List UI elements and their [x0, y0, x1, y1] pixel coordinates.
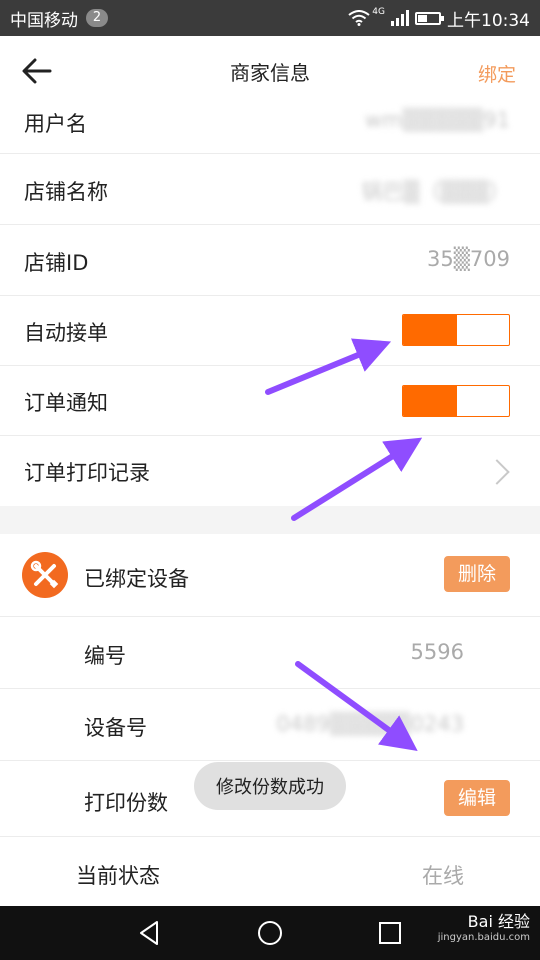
print-records-row[interactable]: 订单打印记录 — [0, 436, 540, 506]
username-row: 用户名 wm▒▒▒▒▒91 — [0, 106, 540, 154]
username-value: wm▒▒▒▒▒91 — [364, 108, 510, 132]
toast-message: 修改份数成功 — [194, 762, 346, 810]
chevron-right-icon — [484, 459, 510, 485]
signal-icon — [391, 10, 409, 26]
navigation-bar: Bai 经验 jingyan.baidu.com — [0, 906, 540, 960]
carrier-name: 中国移动 — [10, 10, 78, 31]
back-arrow-icon[interactable] — [22, 58, 52, 84]
title-bar: 商家信息 绑定 — [0, 36, 540, 106]
page-title: 商家信息 — [230, 60, 310, 85]
shop-name-row: 店铺名称 锅巴▒（▒▒▒） — [0, 154, 540, 225]
delete-device-button[interactable]: 删除 — [443, 556, 510, 592]
device-status-row: 当前状态 在线 — [0, 837, 540, 906]
device-header-row: 已绑定设备 删除 — [0, 534, 540, 617]
status-icons: 4G 上午10:34 — [348, 6, 530, 31]
toggle-on-segment — [403, 315, 457, 345]
battery-icon — [415, 11, 444, 25]
device-number-label: 编号 — [84, 644, 126, 668]
recent-apps-square-icon[interactable] — [375, 918, 405, 948]
bound-device-title: 已绑定设备 — [84, 567, 189, 591]
device-number-value: 5596 — [410, 640, 464, 664]
home-circle-icon[interactable] — [255, 918, 285, 948]
print-copies-label: 打印份数 — [84, 791, 168, 815]
watermark-brand: Bai 经验 — [467, 912, 530, 931]
shop-name-label: 店铺名称 — [24, 180, 108, 204]
shop-id-value: 35▒709 — [427, 247, 510, 271]
device-id-value: 0489▒▒▒▒▒0243 — [276, 712, 464, 736]
auto-accept-label: 自动接单 — [24, 321, 108, 345]
watermark: Bai 经验 jingyan.baidu.com — [438, 914, 530, 946]
print-records-label: 订单打印记录 — [24, 461, 150, 485]
network-type-label: 4G — [372, 7, 385, 17]
shop-id-label: 店铺ID — [24, 251, 89, 275]
battery-level — [418, 14, 427, 22]
device-id-label: 设备号 — [84, 716, 147, 740]
order-notice-row: 订单通知 — [0, 366, 540, 436]
device-status-value: 在线 — [422, 864, 464, 888]
order-notice-toggle[interactable] — [402, 385, 510, 417]
edit-copies-button[interactable]: 编辑 — [443, 780, 510, 816]
shop-id-row: 店铺ID 35▒709 — [0, 225, 540, 296]
back-triangle-icon[interactable] — [135, 918, 165, 948]
shop-name-value: 锅巴▒（▒▒▒） — [361, 180, 510, 204]
username-label: 用户名 — [24, 112, 87, 136]
wifi-icon — [348, 10, 370, 26]
bind-button[interactable]: 绑定 — [478, 60, 516, 87]
watermark-url: jingyan.baidu.com — [437, 932, 530, 943]
device-number-row: 编号 5596 — [0, 617, 540, 689]
notification-badge: 2 — [86, 9, 108, 27]
tools-icon — [22, 552, 68, 598]
status-bar: 中国移动 2 4G 上午10:34 — [0, 0, 540, 36]
auto-accept-toggle[interactable] — [402, 314, 510, 346]
order-notice-label: 订单通知 — [24, 391, 108, 415]
auto-accept-row: 自动接单 — [0, 296, 540, 366]
clock: 上午10:34 — [447, 10, 530, 31]
device-id-row: 设备号 0489▒▒▒▒▒0243 — [0, 689, 540, 761]
device-status-label: 当前状态 — [76, 864, 160, 888]
toggle-on-segment — [403, 386, 457, 416]
